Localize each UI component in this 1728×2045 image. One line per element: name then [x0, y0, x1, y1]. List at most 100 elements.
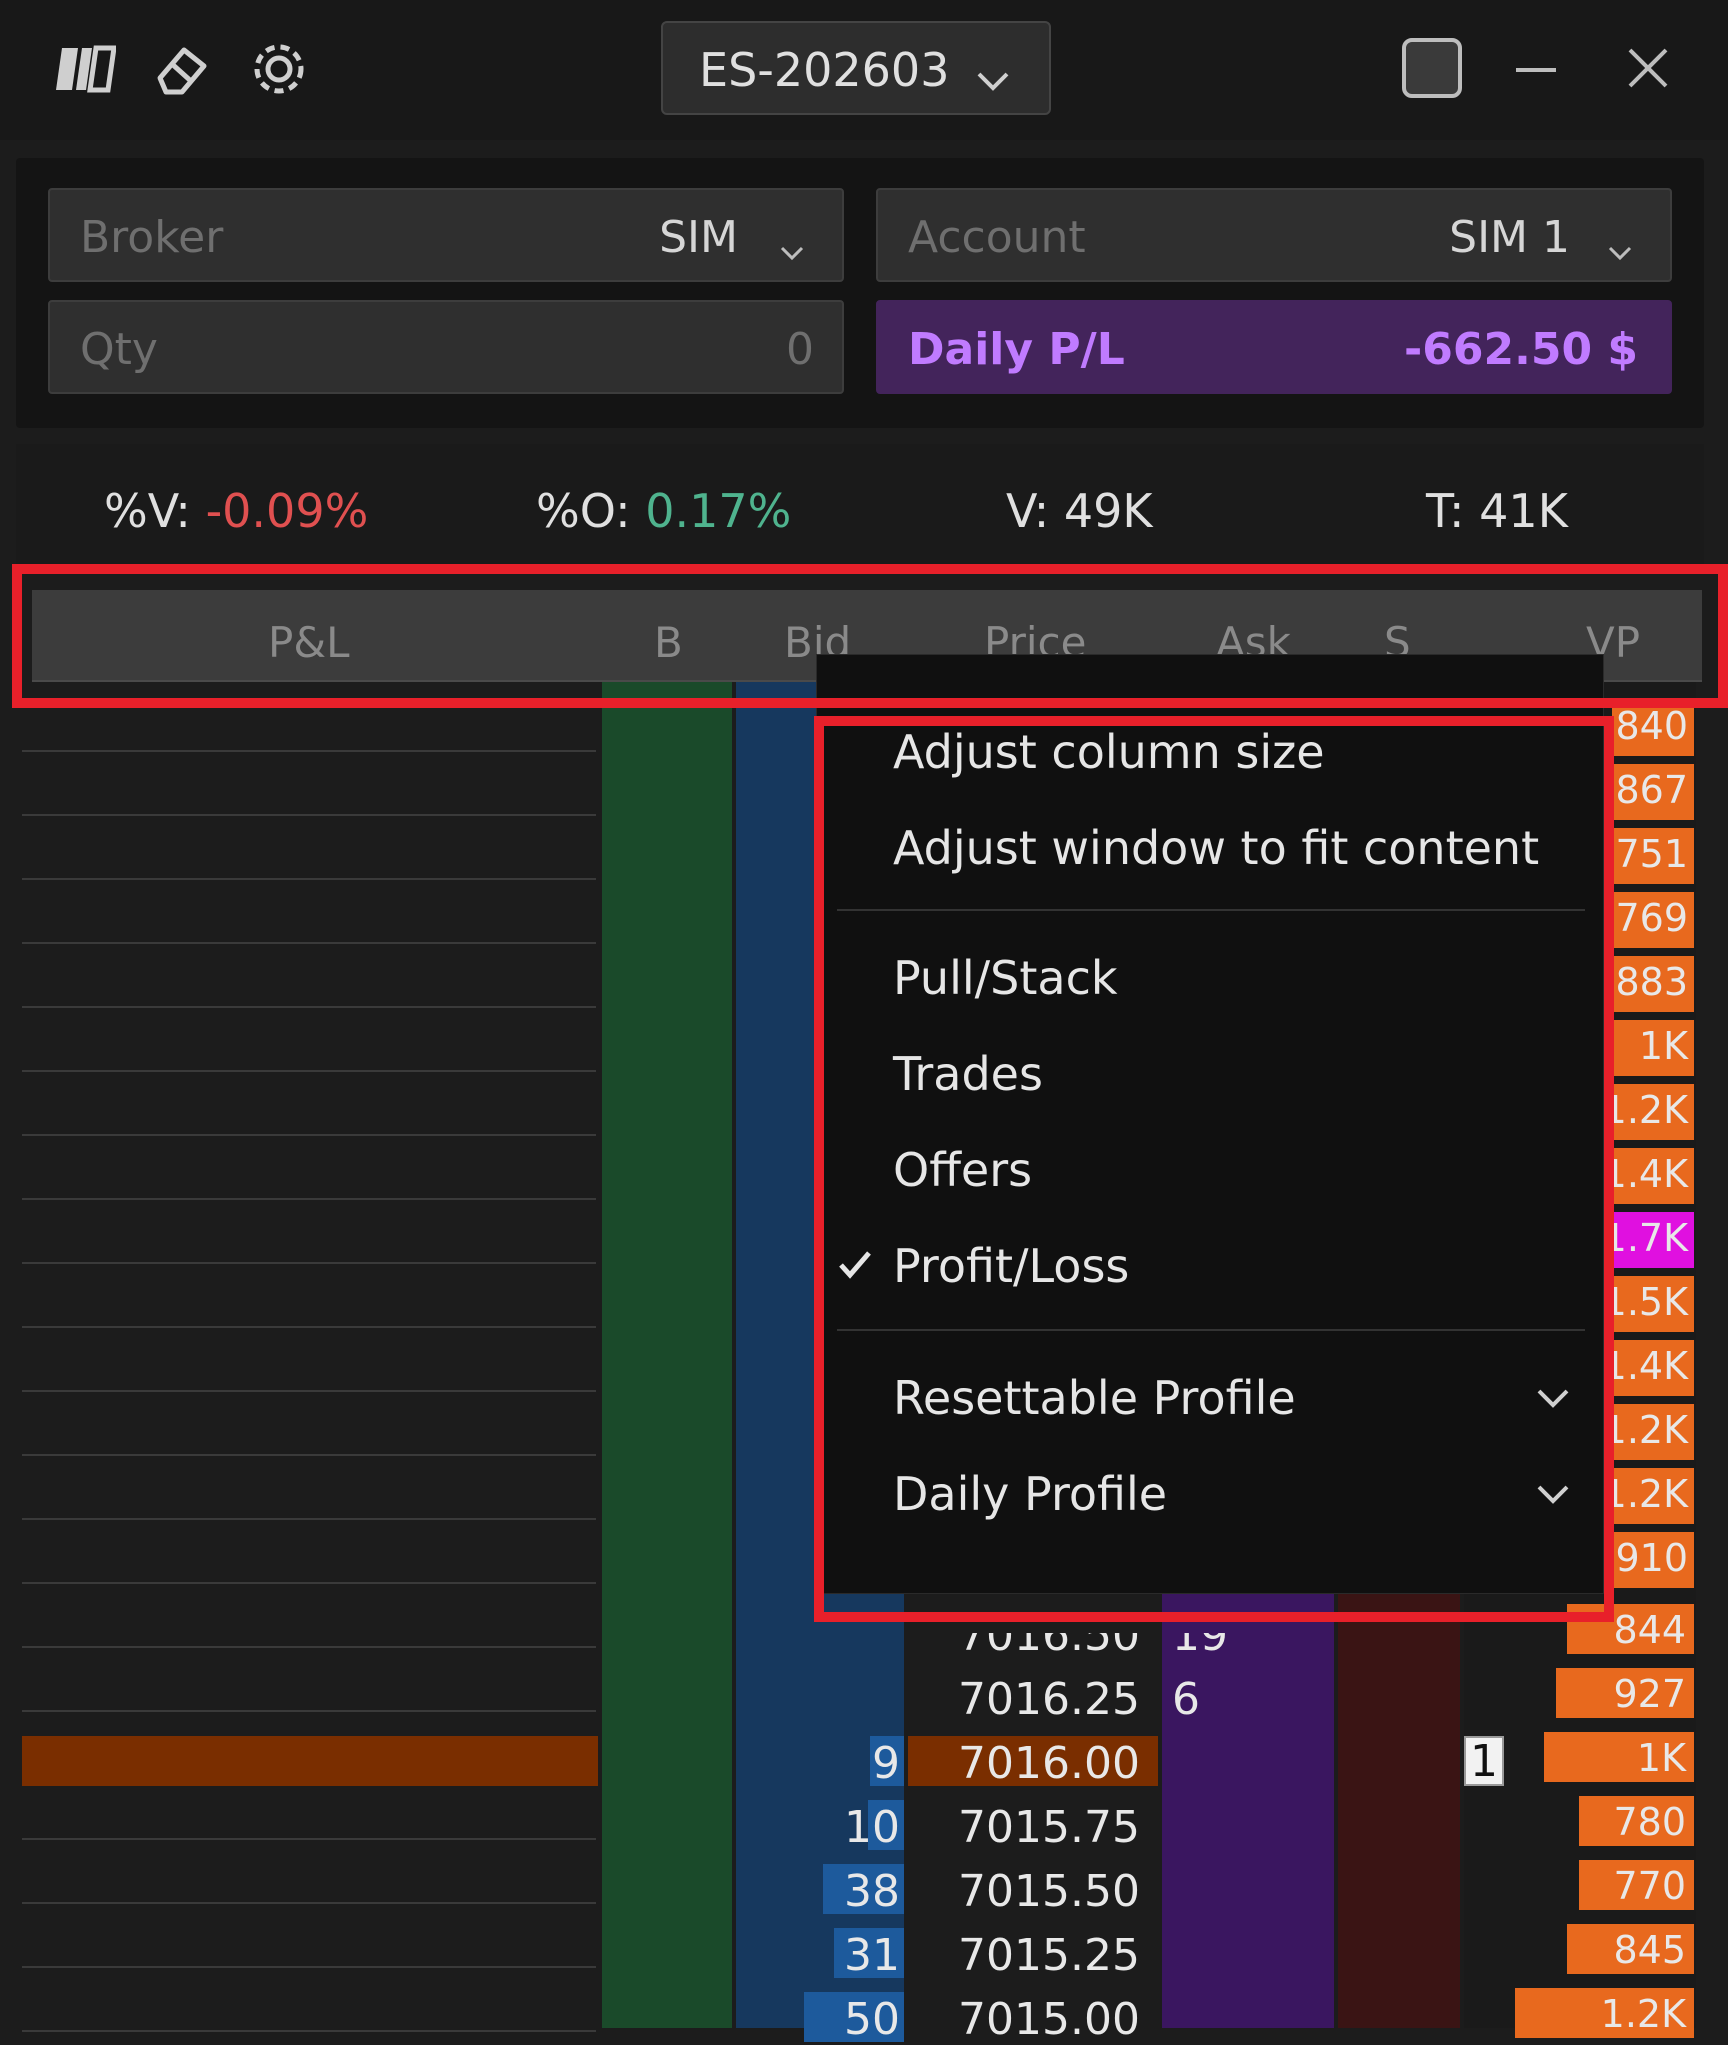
bid-size[interactable]: 38 — [844, 1866, 900, 1917]
vp-bar: 1.7K — [1603, 1212, 1694, 1268]
vp-bar: 1.2K — [1603, 1468, 1694, 1524]
price-cell[interactable]: 7015.75 — [958, 1802, 1140, 1853]
row-separator — [22, 1198, 596, 1200]
vp-value: 751 — [1615, 832, 1688, 876]
vp-value: 1.2K — [1602, 1472, 1688, 1516]
o-pct-stat: %O: 0.17% — [536, 484, 791, 538]
vp-bar: 1K — [1612, 1020, 1694, 1076]
ladder-row[interactable]: 50 7015.00 1.2K — [0, 1978, 1728, 2045]
price-cell[interactable]: 7015.25 — [958, 1930, 1140, 1981]
row-separator — [22, 1134, 596, 1136]
minimize-icon[interactable] — [1508, 40, 1564, 96]
price-cell[interactable]: 7016.00 — [958, 1738, 1140, 1789]
row-separator — [22, 1262, 596, 1264]
row-separator — [22, 1326, 596, 1328]
vp-bar: 927 — [1556, 1668, 1694, 1718]
v-pct-label: %V: — [104, 484, 191, 538]
volume-stat: V: 49K — [1006, 484, 1153, 538]
gear-icon[interactable] — [248, 38, 310, 100]
vp-value: 1.2K — [1602, 1088, 1688, 1132]
eraser-icon[interactable] — [150, 38, 212, 100]
window-mode-icon[interactable] — [1400, 36, 1464, 100]
broker-select[interactable]: Broker SIM — [48, 188, 844, 282]
row-separator — [22, 942, 596, 944]
daily-pl-display: Daily P/L -662.50 $ — [876, 300, 1672, 394]
vp-value: 770 — [1613, 1864, 1686, 1908]
o-pct-value: 0.17% — [645, 484, 792, 538]
row-separator — [22, 1582, 596, 1584]
vp-value: 910 — [1615, 1536, 1688, 1580]
symbol-label: ES-202603 — [699, 43, 950, 97]
v-pct-value: -0.09% — [205, 484, 369, 538]
vp-bar: 1K — [1544, 1732, 1694, 1782]
symbol-selector[interactable]: ES-202603 — [661, 21, 1051, 115]
row-separator — [22, 750, 596, 752]
vp-value: 883 — [1615, 960, 1688, 1004]
vp-bar: 1.2K — [1603, 1404, 1694, 1460]
vp-bar: 1.2K — [1515, 1988, 1694, 2038]
dom-logo-icon[interactable] — [54, 38, 117, 100]
vp-value: 1.2K — [1602, 1408, 1688, 1452]
account-select[interactable]: Account SIM 1 — [876, 188, 1672, 282]
ladder-row[interactable]: 10 7015.75 780 — [0, 1786, 1728, 1853]
vp-bar: 769 — [1612, 892, 1694, 948]
vp-value: 1.7K — [1602, 1216, 1688, 1260]
stats-bar: %V: -0.09% %O: 0.17% V: 49K T: 41K — [16, 444, 1704, 564]
ask-size[interactable]: 6 — [1172, 1674, 1200, 1725]
qty-field[interactable]: Qty 0 — [48, 300, 844, 394]
row-separator — [22, 1070, 596, 1072]
vp-bar: 910 — [1612, 1532, 1694, 1588]
account-label: Account — [908, 212, 1086, 263]
vp-bar: 867 — [1612, 764, 1694, 820]
close-icon[interactable] — [1620, 40, 1676, 96]
vp-bar: 780 — [1579, 1796, 1694, 1846]
vp-value: 780 — [1613, 1800, 1686, 1844]
vp-bar: 751 — [1612, 828, 1694, 884]
vp-bar: 1.4K — [1603, 1340, 1694, 1396]
vp-value: 1.2K — [1600, 1992, 1686, 2036]
ladder-row[interactable]: 7016.25 6 927 — [0, 1658, 1728, 1725]
daily-pl-value: -662.50 $ — [1404, 324, 1638, 375]
vp-value: 927 — [1613, 1672, 1686, 1716]
o-pct-label: %O: — [536, 484, 631, 538]
ladder-row[interactable]: 9 7016.00 1 1K — [0, 1722, 1728, 1789]
highlight-box-header — [12, 564, 1728, 708]
row-separator — [22, 1390, 596, 1392]
vp-bar: 770 — [1579, 1860, 1694, 1910]
vp-value: 1.4K — [1602, 1344, 1688, 1388]
vp-value: 769 — [1615, 896, 1688, 940]
vp-value: 1K — [1638, 1024, 1688, 1068]
price-cell[interactable]: 7015.50 — [958, 1866, 1140, 1917]
daily-pl-label: Daily P/L — [908, 324, 1125, 375]
ladder-row[interactable]: 31 7015.25 845 — [0, 1914, 1728, 1981]
bid-size[interactable]: 31 — [844, 1930, 900, 1981]
row-separator — [22, 814, 596, 816]
price-cell[interactable]: 7015.00 — [958, 1994, 1140, 2045]
row-separator — [22, 1454, 596, 1456]
chevron-down-icon — [778, 224, 806, 275]
vp-value: 867 — [1615, 768, 1688, 812]
bid-size[interactable]: 9 — [872, 1738, 900, 1789]
account-value: SIM 1 — [1449, 212, 1570, 263]
chevron-down-icon — [1606, 224, 1634, 275]
broker-value: SIM — [659, 212, 738, 263]
row-separator — [22, 878, 596, 880]
vp-bar: 883 — [1612, 956, 1694, 1012]
row-separator — [22, 1006, 596, 1008]
qty-value: 0 — [786, 324, 814, 375]
trades-stat: T: 41K — [1426, 484, 1568, 538]
current-price-highlight — [22, 1736, 598, 1786]
vp-value: 1.5K — [1602, 1280, 1688, 1324]
vp-bar: 845 — [1567, 1924, 1694, 1974]
vp-value: 1.4K — [1602, 1152, 1688, 1196]
price-cell[interactable]: 7016.25 — [958, 1674, 1140, 1725]
row-separator — [22, 1518, 596, 1520]
bid-size[interactable]: 10 — [844, 1802, 900, 1853]
vp-value: 845 — [1613, 1928, 1686, 1972]
vp-bar: 1.4K — [1603, 1148, 1694, 1204]
broker-label: Broker — [80, 212, 224, 263]
highlight-box-menu — [814, 716, 1614, 1622]
ladder-row[interactable]: 38 7015.50 770 — [0, 1850, 1728, 1917]
vp-value: 840 — [1615, 704, 1688, 748]
bid-size[interactable]: 50 — [844, 1994, 900, 2045]
